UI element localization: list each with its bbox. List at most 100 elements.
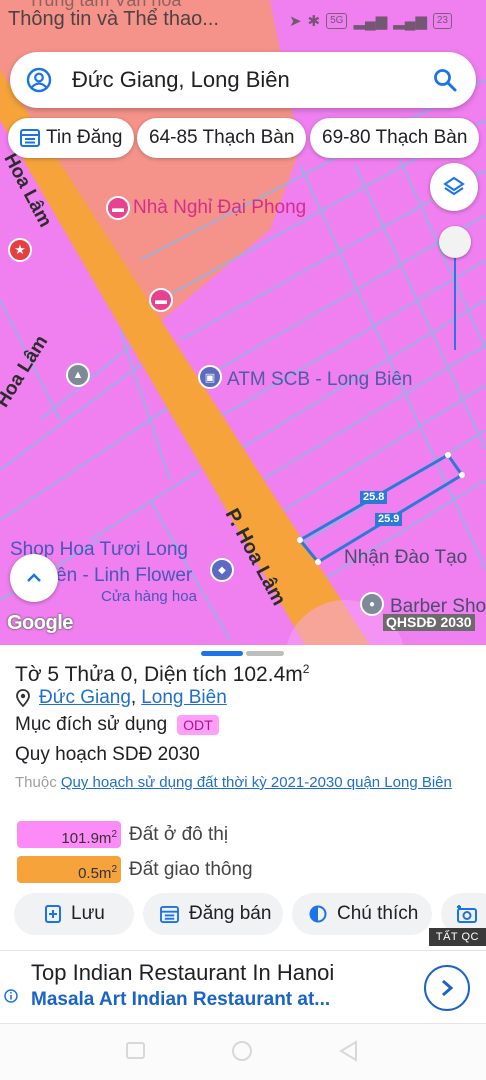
nav-buttons xyxy=(126,1040,357,1062)
plan-badge: QHSDĐ 2030 xyxy=(383,614,475,631)
system-nav-bar xyxy=(0,1024,486,1080)
plan-source-link[interactable]: Quy hoạch sử dụng đất thời kỳ 2021-2030 … xyxy=(61,774,452,791)
network-badge: 5G xyxy=(326,13,348,29)
hotel-pin[interactable]: ▬ xyxy=(106,196,130,220)
area-type: Đất ở đô thị xyxy=(129,823,229,845)
chip-64-85-thach-ban[interactable]: 64-85 Thạch Bàn xyxy=(137,118,307,158)
area-sup: 2 xyxy=(111,829,117,840)
ad-tag[interactable]: TẤT QC xyxy=(428,928,486,946)
parcel-title-text: Tờ 5 Thửa 0, Diện tích 102.4m xyxy=(15,663,303,686)
post-listing-label: Đăng bán xyxy=(189,903,272,924)
bluetooth-icon: ✱ xyxy=(307,13,321,30)
chip-label: 64-85 Thạch Bàn xyxy=(149,127,295,148)
chip-69-80-thach-ban[interactable]: 69-80 Thạch Bàn xyxy=(310,118,480,158)
star-icon: ★ xyxy=(14,242,26,257)
status-notification-text: Thông tin và Thể thao... xyxy=(8,8,219,30)
poi-category: Cửa hàng hoa xyxy=(101,588,197,605)
area-row: 101.9m2 Đất ở đô thị xyxy=(17,821,228,848)
restaurant-pin[interactable]: ★ xyxy=(8,238,32,262)
save-button[interactable]: Lưu xyxy=(14,893,134,935)
opacity-slider-knob[interactable] xyxy=(439,226,471,258)
account-icon[interactable] xyxy=(26,67,52,93)
back-icon[interactable] xyxy=(339,1040,357,1062)
plan-source: Thuộc Quy hoạch sử dụng đất thời kỳ 2021… xyxy=(15,771,475,794)
ward-link[interactable]: Đức Giang xyxy=(39,687,131,709)
google-logo: Google xyxy=(7,612,73,634)
location-pin-icon xyxy=(16,689,30,707)
listing-icon xyxy=(20,129,40,147)
chevron-up-icon xyxy=(27,573,41,582)
layers-button[interactable] xyxy=(430,163,478,211)
purpose-label: Mục đích sử dụng xyxy=(15,714,168,735)
signal-icon-2: ▂▄▆ xyxy=(393,13,427,30)
status-icons: ➤ ✱ 5G ▂▄▆ ▂▄▆ 23 xyxy=(289,12,452,30)
area-sup: 2 xyxy=(111,864,117,875)
action-buttons: Lưu Đăng bán Chú thích xyxy=(0,893,486,939)
search-icon[interactable] xyxy=(432,67,458,93)
hotel-pin-2[interactable]: ▬ xyxy=(149,288,173,312)
plan-row: Quy hoạch SDĐ 2030 xyxy=(15,744,200,766)
shop-pin[interactable]: ◆ xyxy=(210,558,234,582)
atm-pin[interactable]: ▣ xyxy=(198,365,222,389)
filter-chips: Tin Đăng 64-85 Thạch Bàn 69-80 Thạch Bàn xyxy=(0,116,486,160)
plan-label: Quy hoạch SDĐ 2030 xyxy=(15,744,200,765)
sheet-handle[interactable] xyxy=(246,651,284,656)
area-value-box: 0.5m2 xyxy=(17,856,121,883)
ad-subtitle[interactable]: Masala Art Indian Restaurant at... xyxy=(31,989,330,1011)
area-type: Đất giao thông xyxy=(129,858,253,880)
area-value: 101.9m xyxy=(61,830,112,847)
chevron-right-icon xyxy=(442,979,454,997)
parcel-info-sheet[interactable]: Tờ 5 Thửa 0, Diện tích 102.4m2 Đức Giang… xyxy=(0,645,486,950)
signal-icon: ▂▄▆ xyxy=(353,13,388,30)
area-value: 0.5m xyxy=(78,865,112,882)
legend-icon xyxy=(309,905,327,923)
ad-title[interactable]: Top Indian Restaurant In Hanoi xyxy=(31,960,334,986)
poi-label-nha-nghi[interactable]: Nhà Nghỉ Đại Phong xyxy=(133,197,306,219)
poi-label-nhan-dao-tao[interactable]: Nhận Đào Tạo xyxy=(344,547,467,569)
post-listing-button[interactable]: Đăng bán xyxy=(143,893,283,935)
sheet-handle-active[interactable] xyxy=(201,651,243,656)
shopping-bag-icon: ◆ xyxy=(218,564,226,576)
status-bar: Trung tâm Văn hóa Thông tin và Thể thao.… xyxy=(0,0,486,44)
expand-up-button[interactable] xyxy=(10,554,58,602)
hotel-icon: ▬ xyxy=(112,201,124,215)
measurement-label: 25.9 xyxy=(375,513,403,526)
search-bar[interactable]: Đức Giang, Long Biên xyxy=(10,52,476,108)
measurement-label: 25.8 xyxy=(360,491,388,504)
layers-icon xyxy=(443,176,465,196)
legend-button[interactable]: Chú thích xyxy=(292,893,432,935)
location-separator: , xyxy=(130,687,137,708)
barber-icon: ● xyxy=(368,598,376,610)
hotel-icon: ▬ xyxy=(155,293,167,307)
poi-label-atm[interactable]: ATM SCB - Long Biên xyxy=(227,369,413,391)
source-prefix: Thuộc xyxy=(15,774,57,791)
district-link[interactable]: Long Biên xyxy=(141,687,227,709)
atm-icon: ▣ xyxy=(204,371,216,384)
listing-icon xyxy=(160,905,179,923)
ad-banner[interactable]: TẤT QC Top Indian Restaurant In Hanoi Ma… xyxy=(0,928,486,1024)
area-unit-sup: 2 xyxy=(302,662,310,676)
chip-label: 69-80 Thạch Bàn xyxy=(322,127,468,148)
save-icon xyxy=(45,905,61,923)
search-input[interactable]: Đức Giang, Long Biên xyxy=(72,67,432,93)
area-value-box: 101.9m2 xyxy=(17,821,121,848)
graduation-cap-icon: ▲ xyxy=(72,369,84,381)
purpose-code-badge: ODT xyxy=(177,715,219,735)
camera-icon xyxy=(457,905,477,923)
ad-open-button[interactable] xyxy=(424,965,470,1011)
school-pin[interactable]: ▲ xyxy=(66,363,90,387)
poi-label-shop-hoa-2[interactable]: ên - Linh Flower xyxy=(56,563,192,588)
barber-pin[interactable]: ● xyxy=(360,592,384,616)
parcel-location: Đức Giang, Long Biên xyxy=(15,687,227,709)
opacity-slider-track[interactable] xyxy=(454,244,456,350)
recents-icon[interactable] xyxy=(126,1042,145,1059)
purpose-row: Mục đích sử dụng ODT xyxy=(15,714,219,736)
map-view[interactable]: Trung tâm Văn hóa Thông tin và Thể thao.… xyxy=(0,0,486,645)
chip-tin-dang[interactable]: Tin Đăng xyxy=(8,118,135,158)
parcel-title: Tờ 5 Thửa 0, Diện tích 102.4m2 xyxy=(15,662,309,687)
location-icon: ➤ xyxy=(288,13,302,30)
legend-label: Chú thích xyxy=(337,903,419,924)
home-icon[interactable] xyxy=(232,1041,252,1061)
save-label: Lưu xyxy=(71,903,105,924)
ad-info-icon[interactable] xyxy=(4,989,18,1003)
